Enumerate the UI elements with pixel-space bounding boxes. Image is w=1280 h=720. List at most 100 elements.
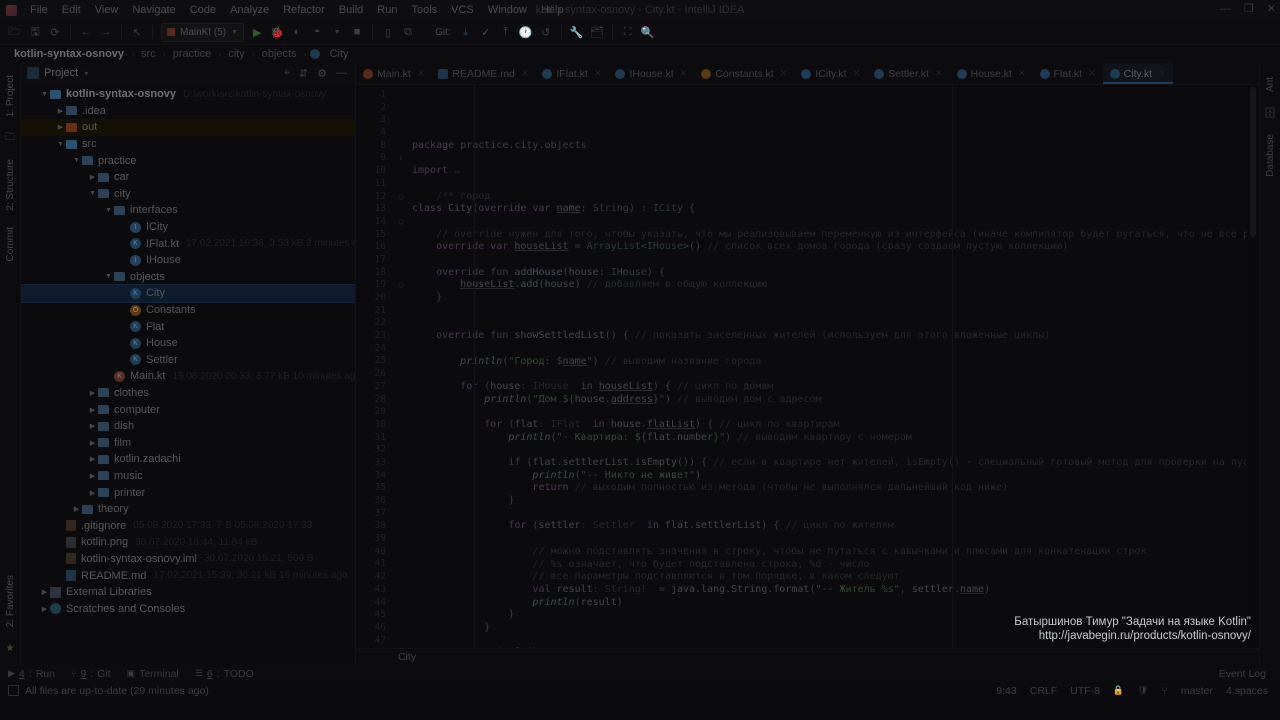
code-line[interactable]	[412, 305, 1259, 318]
menu-help[interactable]: Help	[534, 2, 571, 18]
code-line[interactable]: for (settler: Settler in flat.settlerLis…	[412, 520, 1259, 533]
commit-icon[interactable]: ✓	[477, 23, 495, 41]
tree-twisty-icon[interactable]: ▼	[71, 157, 82, 164]
tree-item-constants[interactable]: O Constants	[21, 302, 355, 319]
git-branch-icon[interactable]: ⑂	[1162, 685, 1168, 697]
source-code-text[interactable]: package practice.city.objects import … /…	[412, 85, 1259, 648]
history-icon[interactable]: 🕐	[517, 23, 535, 41]
editor-tab-icity-kt[interactable]: ICity.kt ✕	[794, 63, 867, 84]
tree-item-printer[interactable]: ▶ printer	[21, 484, 355, 501]
editor-breadcrumb-class[interactable]: City	[398, 651, 416, 663]
code-line[interactable]: package practice.city.objects	[412, 140, 1259, 153]
status-branch[interactable]: master	[1181, 685, 1213, 697]
tree-twisty-icon[interactable]: ▶	[87, 472, 98, 480]
tree-twisty-icon[interactable]: ▶	[87, 489, 98, 497]
code-line[interactable]: println("- Квартира: ${flat.number}") //…	[412, 432, 1259, 445]
folder-icon[interactable]: 🗀	[3, 131, 17, 145]
tree-twisty-icon[interactable]: ▼	[39, 91, 50, 98]
gutter-override-marker-icon[interactable]: ○	[390, 216, 412, 229]
tree-twisty-icon[interactable]: ▶	[55, 123, 66, 131]
code-line[interactable]: override fun showSettledList() { // пока…	[412, 330, 1259, 343]
menu-bar[interactable]: File Edit View Navigate Code Analyze Ref…	[23, 2, 571, 18]
tool-button-run[interactable]: ▶ 4: Run	[8, 668, 55, 680]
status-line-separator[interactable]: CRLF	[1030, 685, 1057, 697]
editor-tab-bar[interactable]: Main.kt ✕ README.md ✕ IFlat.kt ✕ IHouse.kt ✕ Con…	[356, 63, 1259, 85]
code-line[interactable]: houseList.add(house) // добавляем в общу…	[412, 279, 1259, 292]
tree-item-kotlin-zadachi[interactable]: ▶ kotlin.zadachi	[21, 451, 355, 468]
back-arrow-icon[interactable]: ←	[77, 23, 95, 41]
tree-twisty-icon[interactable]: ▼	[103, 207, 114, 214]
tree-item-settler[interactable]: K Settler	[21, 352, 355, 369]
tree-item-iflat-kt[interactable]: K IFlat.kt 17.02.2021 16:36, 3.53 kB 2 min…	[21, 235, 355, 252]
tree-twisty-icon[interactable]: ▶	[87, 455, 98, 463]
code-line[interactable]: val result: String! = java.lang.String.f…	[412, 584, 1259, 597]
rail-tab-database[interactable]: Database	[1263, 126, 1278, 185]
editor-tab-ihouse-kt[interactable]: IHouse.kt ✕	[608, 63, 694, 84]
tree-item-flat[interactable]: K Flat	[21, 318, 355, 335]
tree-item-icity[interactable]: I ICity	[21, 219, 355, 236]
breadcrumb-item-city[interactable]: city	[224, 48, 249, 60]
code-line[interactable]: }	[412, 292, 1259, 305]
code-line[interactable]: println("Дом ${house.address}") // вывод…	[412, 394, 1259, 407]
tree-item-kotlin-png[interactable]: kotlin.png 30.07.2020 18:44, 11.84 kB	[21, 534, 355, 551]
tree-twisty-icon[interactable]: ▶	[87, 422, 98, 430]
code-line[interactable]	[412, 153, 1259, 166]
editor-tab-main-kt[interactable]: Main.kt ✕	[356, 63, 431, 84]
rail-tab-ant[interactable]: Ant	[1263, 69, 1278, 100]
editor-tab-iflat-kt[interactable]: IFlat.kt ✕	[535, 63, 608, 84]
code-line[interactable]: if (flat.settlerList.isEmpty()) { // есл…	[412, 457, 1259, 470]
menu-tools[interactable]: Tools	[404, 2, 444, 18]
tree-twisty-icon[interactable]: ▶	[87, 406, 98, 414]
menu-build[interactable]: Build	[332, 2, 370, 18]
open-folder-icon[interactable]: 🗁	[6, 23, 24, 41]
rail-tab-structure[interactable]: 2: Structure	[3, 151, 18, 219]
tree-twisty-icon[interactable]: ▶	[71, 505, 82, 513]
editor-tab-settler-kt[interactable]: Settler.kt ✕	[867, 63, 949, 84]
tree-item-interfaces[interactable]: ▼ interfaces	[21, 202, 355, 219]
tree-item-readme-md[interactable]: README.md 17.02.2021 15:39, 30.21 kB 16 m…	[21, 567, 355, 584]
status-indent[interactable]: 4 spaces	[1226, 685, 1268, 697]
sync-icon[interactable]: ⟳	[46, 23, 64, 41]
breadcrumb-item-objects[interactable]: objects	[258, 48, 301, 60]
collapse-all-icon[interactable]: ⇵	[299, 67, 308, 80]
attach-icon[interactable]: ⧉	[399, 23, 417, 41]
code-line[interactable]: // можно подставлять значения в строку, …	[412, 546, 1259, 559]
rail-tab-commit[interactable]: Commit	[3, 219, 18, 269]
tree-item--idea[interactable]: ▶ .idea	[21, 103, 355, 120]
code-line[interactable]: println() // для отступа, чтобы не слипа…	[412, 647, 1259, 648]
editor-vertical-scrollbar[interactable]	[1247, 85, 1259, 648]
tool-button-git[interactable]: ⑂ 9: Git	[71, 668, 111, 680]
tree-item-house[interactable]: K House	[21, 335, 355, 352]
code-line[interactable]: // override нужен для того, чтобы указат…	[412, 229, 1259, 242]
menu-navigate[interactable]: Navigate	[125, 2, 182, 18]
rollback-icon[interactable]: ↺	[537, 23, 555, 41]
run-configuration-selector[interactable]: MainKt (5) ▼	[161, 22, 245, 42]
code-line[interactable]: override fun addHouse(house: IHouse) {	[412, 267, 1259, 280]
status-caret-position[interactable]: 9:43	[996, 685, 1016, 697]
editor-bottom-breadcrumb[interactable]: City	[356, 648, 1259, 665]
chevron-down-icon[interactable]: ▼	[231, 29, 238, 36]
tree-item-objects[interactable]: ▼ objects	[21, 269, 355, 286]
editor-tab-readme-md[interactable]: README.md ✕	[431, 63, 535, 84]
breadcrumb-item-practice[interactable]: practice	[169, 48, 216, 60]
project-tree[interactable]: ▼ kotlin-syntax-osnovy D:\work\src\kotlin-…	[21, 83, 355, 665]
gutter-override-marker-icon[interactable]: ○	[390, 279, 412, 292]
tree-item-practice[interactable]: ▼ practice	[21, 152, 355, 169]
close-icon[interactable]: ✕	[853, 68, 861, 79]
scrollbar-thumb[interactable]	[1250, 87, 1256, 237]
code-line[interactable]	[412, 368, 1259, 381]
tree-item--gitignore[interactable]: .gitignore 05.08.2020 17:33, 7 B 05.08.20…	[21, 517, 355, 534]
breadcrumb-item-current[interactable]: City	[326, 48, 353, 60]
gutter-marks[interactable]: ↓ ○ ○ ○	[390, 85, 412, 648]
tree-item-car[interactable]: ▶ car	[21, 169, 355, 186]
code-line[interactable]	[412, 406, 1259, 419]
settings-gear-icon[interactable]: ⚙	[317, 67, 327, 80]
code-line[interactable]: /** город	[412, 191, 1259, 204]
code-line[interactable]: println("Город: $name") // выводим назва…	[412, 356, 1259, 369]
tree-item-out[interactable]: ▶ out	[21, 119, 355, 136]
tree-item-src[interactable]: ▼ src	[21, 136, 355, 153]
tree-twisty-icon[interactable]: ▶	[39, 605, 50, 613]
tool-button-event-log[interactable]: Event Log	[1219, 668, 1266, 680]
tree-item-dish[interactable]: ▶ dish	[21, 418, 355, 435]
editor-tab-flat-kt[interactable]: Flat.kt ✕	[1033, 63, 1103, 84]
